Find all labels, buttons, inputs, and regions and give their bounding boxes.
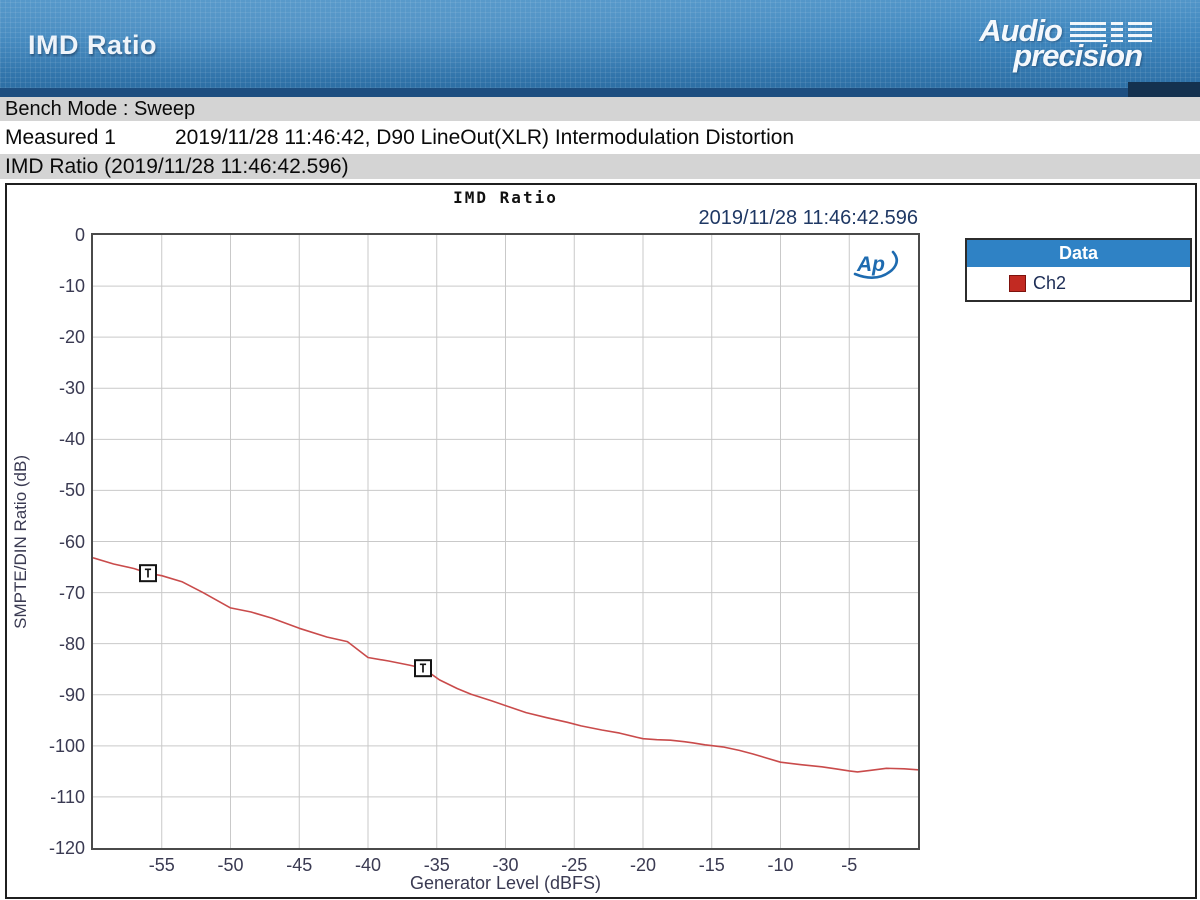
y-tick-label: -90 [58,684,85,705]
y-tick-label: -100 [48,735,85,756]
banner-bottom-strip [0,88,1200,97]
y-tick-label: -10 [58,276,85,297]
y-tick-label: -50 [58,480,85,501]
chart-panel: IMD Ratio 2019/11/28 11:46:42.596 TT Ap … [5,183,1197,899]
svg-text:T: T [144,567,151,581]
chart-title: IMD Ratio [453,188,558,207]
page-title: IMD Ratio [28,30,157,60]
logo-word-precision: precision [1013,38,1143,73]
x-tick-label: -40 [354,855,381,875]
x-tick-label: -45 [286,855,313,875]
x-tick-label: -30 [492,855,519,875]
cursor-marker[interactable]: T [414,659,432,678]
x-tick-label: -5 [841,855,858,875]
legend-header: Data [967,240,1190,267]
measured-label: Measured 1 [5,126,116,149]
legend-swatch-ch2 [1009,275,1026,292]
x-tick-label: -35 [423,855,450,875]
plot-area: TT [91,233,920,850]
x-tick-label: -55 [148,855,175,875]
measured-row: Measured 1 2019/11/28 11:46:42, D90 Line… [0,121,1200,154]
ap-mark-icon: Ap [853,250,899,279]
y-tick-label: -40 [58,429,85,450]
legend-label-ch2: Ch2 [1033,273,1067,293]
y-tick-label: -60 [58,531,85,552]
top-banner: IMD Ratio Audio precision [0,0,1200,88]
x-tick-label: -50 [217,855,244,875]
bench-mode-row: Bench Mode : Sweep [0,97,1200,121]
plot-canvas: TT [93,235,918,848]
x-tick-label: -20 [629,855,656,875]
y-tick-label: -20 [58,327,85,348]
x-tick-label: -10 [767,855,794,875]
x-tick-label: -25 [561,855,588,875]
y-tick-label: -120 [48,838,85,858]
x-axis-title: Generator Level (dBFS) [409,873,602,893]
result-title-row: IMD Ratio (2019/11/28 11:46:42.596) [0,154,1200,179]
legend-box: Data Ch2 [965,238,1192,302]
audio-precision-logo: Audio precision [979,15,1152,73]
y-tick-label: 0 [74,225,85,245]
legend-row-ch2[interactable]: Ch2 [967,267,1190,300]
y-tick-label: -80 [58,633,85,654]
x-tick-label: -15 [698,855,725,875]
ap-mark-text: Ap [856,253,885,276]
chart-timestamp: 2019/11/28 11:46:42.596 [698,207,918,229]
y-tick-label: -30 [58,378,85,399]
cursor-marker[interactable]: T [139,564,157,583]
measured-value: 2019/11/28 11:46:42, D90 LineOut(XLR) In… [175,126,795,149]
y-tick-label: -70 [58,582,85,603]
svg-text:T: T [419,662,426,676]
y-tick-label: -110 [50,786,85,807]
